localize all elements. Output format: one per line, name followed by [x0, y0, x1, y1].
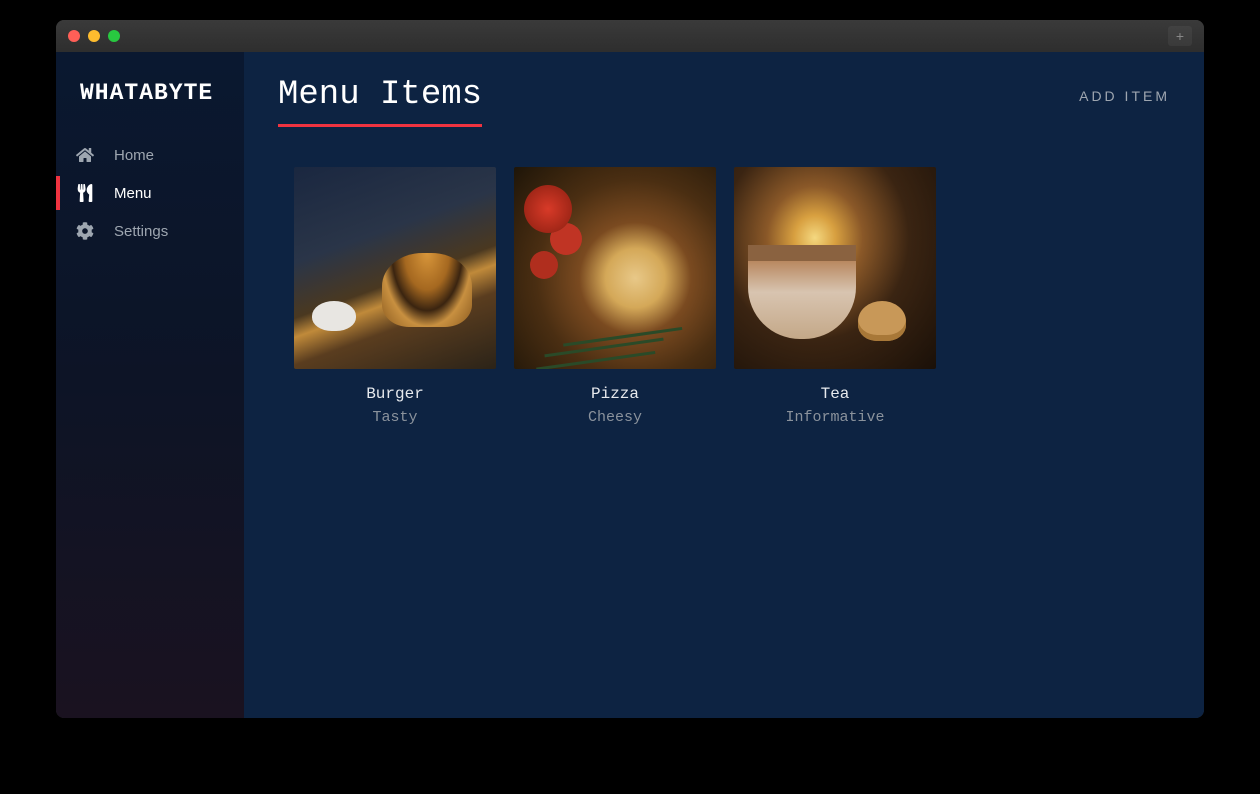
- menu-grid: Burger Tasty Pizza Cheesy Tea Informativ…: [278, 167, 1170, 426]
- menu-card-burger[interactable]: Burger Tasty: [294, 167, 496, 426]
- main-content: Menu Items ADD ITEM Burger Tasty Pizza C…: [244, 52, 1204, 718]
- menu-item-name: Tea: [734, 385, 936, 403]
- gear-icon: [76, 222, 94, 240]
- menu-item-desc: Tasty: [294, 409, 496, 426]
- menu-item-name: Burger: [294, 385, 496, 403]
- window-controls: [68, 30, 120, 42]
- menu-item-name: Pizza: [514, 385, 716, 403]
- menu-item-image: [514, 167, 716, 369]
- sidebar-item-menu[interactable]: Menu: [56, 174, 244, 212]
- sidebar-item-label: Menu: [114, 185, 152, 202]
- menu-card-pizza[interactable]: Pizza Cheesy: [514, 167, 716, 426]
- maximize-window-button[interactable]: [108, 30, 120, 42]
- brand-logo: WHATABYTE: [56, 62, 244, 136]
- app-body: WHATABYTE Home Menu Settings: [56, 52, 1204, 718]
- sidebar-item-label: Home: [114, 147, 154, 164]
- menu-item-image: [294, 167, 496, 369]
- sidebar-item-home[interactable]: Home: [56, 136, 244, 174]
- page-title: Menu Items: [278, 76, 482, 127]
- sidebar: WHATABYTE Home Menu Settings: [56, 52, 244, 718]
- sidebar-item-label: Settings: [114, 223, 168, 240]
- page-header: Menu Items ADD ITEM: [278, 76, 1170, 127]
- close-window-button[interactable]: [68, 30, 80, 42]
- menu-card-tea[interactable]: Tea Informative: [734, 167, 936, 426]
- menu-item-desc: Cheesy: [514, 409, 716, 426]
- titlebar: +: [56, 20, 1204, 52]
- sidebar-item-settings[interactable]: Settings: [56, 212, 244, 250]
- app-window: + WHATABYTE Home Menu Setti: [56, 20, 1204, 718]
- minimize-window-button[interactable]: [88, 30, 100, 42]
- new-tab-button[interactable]: +: [1168, 26, 1192, 46]
- menu-item-image: [734, 167, 936, 369]
- utensils-icon: [76, 184, 94, 202]
- plus-icon: +: [1176, 28, 1184, 44]
- home-icon: [76, 146, 94, 164]
- add-item-button[interactable]: ADD ITEM: [1079, 88, 1170, 104]
- menu-item-desc: Informative: [734, 409, 936, 426]
